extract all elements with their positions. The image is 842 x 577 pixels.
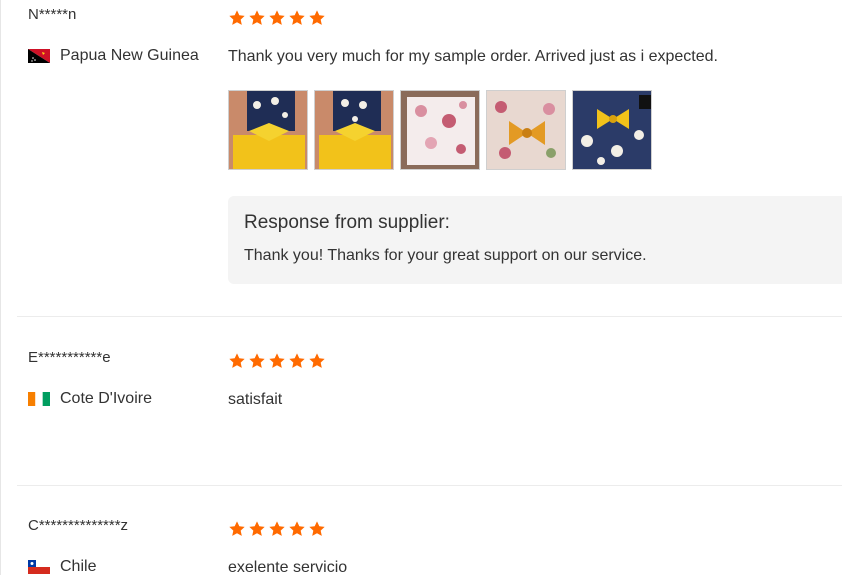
reviewer-country: Papua New Guinea — [28, 47, 199, 65]
star-icon — [269, 10, 285, 25]
review-text: exelente servicio — [228, 559, 348, 576]
cote-divoire-flag-icon — [28, 392, 50, 406]
star-icon — [249, 10, 265, 25]
reviewer-name: C**************z — [28, 517, 129, 534]
star-icon — [229, 521, 245, 536]
star-icon — [269, 353, 285, 368]
star-icon — [289, 353, 305, 368]
review-photo-1[interactable] — [228, 90, 308, 170]
rating-stars — [228, 9, 326, 27]
review-text: Thank you very much for my sample order.… — [228, 48, 718, 65]
chile-flag-icon — [28, 560, 50, 574]
star-icon — [309, 353, 325, 368]
country-name: Cote D'Ivoire — [60, 390, 152, 407]
reviewer-country: Cote D'Ivoire — [28, 390, 152, 408]
supplier-response-text: Thank you! Thanks for your great support… — [244, 247, 647, 264]
divider — [17, 316, 842, 317]
star-icon — [249, 521, 265, 536]
supplier-response-title: Response from supplier: — [244, 212, 450, 233]
divider — [17, 485, 842, 486]
supplier-response: Response from supplier: Thank you! Thank… — [228, 196, 842, 284]
star-icon — [289, 10, 305, 25]
country-name: Papua New Guinea — [60, 47, 199, 64]
rating-stars — [228, 352, 326, 370]
star-icon — [229, 10, 245, 25]
reviewer-name: N*****n — [28, 6, 77, 23]
review-photos — [228, 90, 652, 170]
reviewer-name: E***********e — [28, 349, 111, 366]
review-photo-5[interactable] — [572, 90, 652, 170]
left-border — [0, 0, 1, 575]
review-photo-3[interactable] — [400, 90, 480, 170]
reviewer-country: Chile — [28, 558, 96, 576]
star-icon — [289, 521, 305, 536]
star-icon — [309, 521, 325, 536]
star-icon — [269, 521, 285, 536]
review-text: satisfait — [228, 391, 283, 408]
papua-new-guinea-flag-icon — [28, 49, 50, 63]
star-icon — [309, 10, 325, 25]
rating-stars — [228, 520, 326, 538]
star-icon — [249, 353, 265, 368]
review-photo-2[interactable] — [314, 90, 394, 170]
country-name: Chile — [60, 558, 97, 575]
review-photo-4[interactable] — [486, 90, 566, 170]
star-icon — [229, 353, 245, 368]
